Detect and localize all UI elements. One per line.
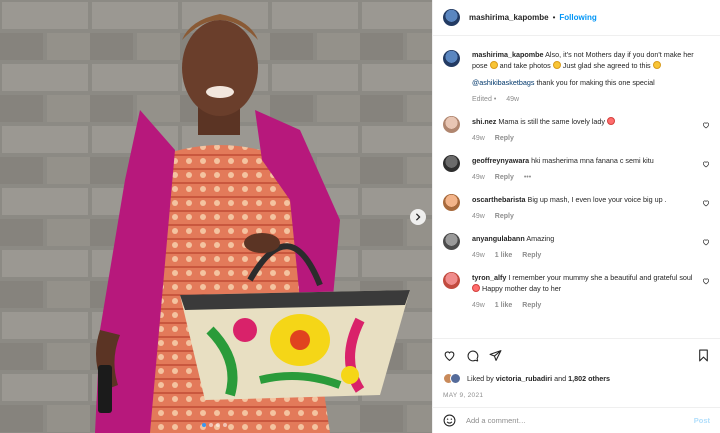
comment-username[interactable]: tyron_alfy — [472, 273, 506, 282]
heart-icon[interactable] — [702, 199, 710, 207]
separator: • — [552, 13, 556, 22]
post-side-panel: mashirima_kapombe • Following mashirima_… — [432, 0, 720, 433]
comment-likes[interactable]: 1 like — [495, 302, 513, 309]
grin-emoji-icon — [652, 61, 661, 69]
carousel-dots — [202, 423, 227, 427]
liker-username[interactable]: victoria_rubadiri — [496, 374, 552, 383]
likes-prefix: Liked by — [467, 374, 494, 383]
comment-meta: 49w 1 like Reply — [472, 250, 696, 261]
comment-meta: 49w Reply — [472, 133, 696, 144]
more-options-icon[interactable]: ••• — [524, 174, 531, 181]
liker-avatars — [443, 373, 461, 384]
post-photo[interactable] — [0, 0, 432, 433]
comment-body: Amazing — [526, 234, 555, 243]
carousel-dot-active — [202, 423, 206, 427]
caption-meta: Edited • 49w — [472, 96, 520, 103]
carousel-dot — [223, 423, 227, 427]
comment-text: tyron_alfy I remember your mummy she a b… — [472, 272, 696, 311]
likes-others[interactable]: 1,802 others — [568, 374, 610, 383]
heart-icon[interactable] — [702, 121, 710, 129]
header-username[interactable]: mashirima_kapombe — [469, 13, 549, 22]
carousel-dot — [209, 423, 213, 427]
comment-body: I remember your mummy she a beautiful an… — [508, 273, 693, 282]
reply-button[interactable]: Reply — [495, 174, 514, 181]
avatar[interactable] — [443, 116, 460, 133]
comment-body: Big up mash, I even love your voice big … — [527, 195, 667, 204]
post-button[interactable]: Post — [694, 416, 710, 425]
comment-body: Mama is still the same lovely lady — [498, 117, 606, 126]
comment-text: geoffreynyawara hki masherima mna fanana… — [472, 155, 696, 183]
comment: oscarthebarista Big up mash, I even love… — [443, 194, 710, 222]
caption-time[interactable]: 49w — [506, 96, 519, 103]
action-icons — [443, 347, 710, 363]
comment-username[interactable]: geoffreynyawara — [472, 156, 529, 165]
likes-and: and — [554, 374, 567, 383]
reply-button[interactable]: Reply — [495, 213, 514, 220]
heart-eyes-emoji-icon — [472, 284, 480, 292]
comment-text: oscarthebarista Big up mash, I even love… — [472, 194, 696, 222]
comment: geoffreynyawara hki masherima mna fanana… — [443, 155, 710, 183]
comment: anyangulabann Amazing 49w 1 like Reply — [443, 233, 710, 261]
edited-label: Edited — [472, 96, 492, 103]
caption-username[interactable]: mashirima_kapombe — [472, 50, 544, 59]
comments-list[interactable]: mashirima_kapombe Also, it's not Mothers… — [433, 37, 720, 338]
caption-text-part: and take photos — [499, 61, 551, 70]
avatar[interactable] — [443, 9, 460, 26]
caption-text-part: thank you for making this one special — [536, 78, 655, 87]
post-header: mashirima_kapombe • Following — [433, 0, 720, 36]
comment-likes[interactable]: 1 like — [495, 252, 513, 259]
comment-icon[interactable] — [466, 349, 479, 362]
heart-icon[interactable] — [702, 160, 710, 168]
comment-meta: 49w Reply — [472, 211, 696, 222]
reply-button[interactable]: Reply — [522, 252, 541, 259]
caption-text: mashirima_kapombe Also, it's not Mothers… — [472, 49, 710, 105]
avatar[interactable] — [443, 155, 460, 172]
comment-time[interactable]: 49w — [472, 302, 485, 309]
following-button[interactable]: Following — [559, 13, 596, 22]
laughing-emoji-icon — [552, 61, 561, 69]
emoji-icon[interactable] — [443, 414, 456, 427]
heart-icon[interactable] — [702, 277, 710, 285]
comment-input[interactable] — [466, 416, 694, 425]
avatar[interactable] — [443, 50, 460, 67]
caption: mashirima_kapombe Also, it's not Mothers… — [443, 49, 710, 105]
comment-text: shi.nez Mama is still the same lovely la… — [472, 116, 696, 144]
photo-image — [0, 0, 432, 433]
comment-meta: 49w Reply ••• — [472, 172, 696, 183]
mention-link[interactable]: @ashikibasketbags — [472, 78, 534, 87]
comment-username[interactable]: oscarthebarista — [472, 195, 526, 204]
comment-username[interactable]: anyangulabann — [472, 234, 525, 243]
comment: shi.nez Mama is still the same lovely la… — [443, 116, 710, 144]
avatar[interactable] — [443, 272, 460, 289]
share-icon[interactable] — [489, 349, 502, 362]
post-actions: Liked by victoria_rubadiri and 1,802 oth… — [433, 338, 720, 399]
reply-button[interactable]: Reply — [522, 302, 541, 309]
comment-time[interactable]: 49w — [472, 252, 485, 259]
smiling-emoji-icon — [489, 61, 498, 69]
next-photo-button[interactable] — [410, 209, 426, 225]
chevron-right-icon — [415, 213, 421, 221]
bookmark-icon[interactable] — [697, 349, 710, 362]
avatar[interactable] — [443, 233, 460, 250]
like-heart-icon[interactable] — [443, 349, 456, 362]
likes-summary: Liked by victoria_rubadiri and 1,802 oth… — [443, 373, 710, 384]
comment-time[interactable]: 49w — [472, 174, 485, 181]
comment-body: hki masherima mna fanana c semi kitu — [531, 156, 654, 165]
comment-username[interactable]: shi.nez — [472, 117, 496, 126]
avatar — [450, 373, 461, 384]
comment: tyron_alfy I remember your mummy she a b… — [443, 272, 710, 311]
comment-time[interactable]: 49w — [472, 135, 485, 142]
add-comment-bar: Post — [433, 407, 720, 433]
heart-icon[interactable] — [702, 238, 710, 246]
reply-button[interactable]: Reply — [495, 135, 514, 142]
avatar[interactable] — [443, 194, 460, 211]
comment-text: anyangulabann Amazing 49w 1 like Reply — [472, 233, 696, 261]
heart-eyes-emoji-icon — [607, 117, 616, 125]
carousel-dot — [216, 423, 220, 427]
post-date[interactable]: MAY 9, 2021 — [443, 392, 710, 399]
caption-text-part: Just glad she agreed to this — [562, 61, 651, 70]
comment-time[interactable]: 49w — [472, 213, 485, 220]
comment-body: Happy mother day to her — [482, 284, 562, 293]
comment-meta: 49w 1 like Reply — [472, 300, 696, 311]
